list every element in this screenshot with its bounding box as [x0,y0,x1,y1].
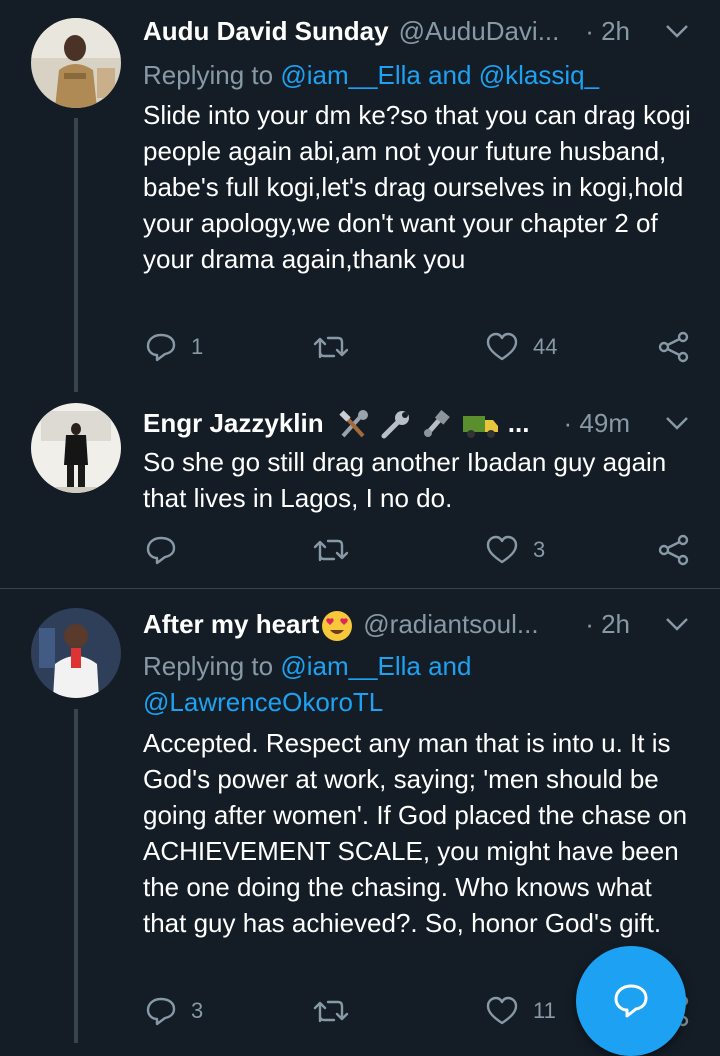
hammer-wrench-emoji-icon [339,410,368,438]
like-button[interactable]: 11 [485,995,556,1027]
tweet-header: After my heart @radiantsoul... · 2h [143,609,690,645]
like-icon [486,996,518,1025]
like-count: 44 [533,334,558,359]
replying-links[interactable]: @iam__Ella and [280,651,471,681]
tweet-text: Slide into your dm ke?so that you can dr… [143,100,691,274]
tweet-text: Accepted. Respect any man that is into u… [143,728,688,938]
reply-icon [146,536,176,565]
replying-to: Replying to @iam__Ella and @klassiq_ [143,57,690,93]
wrench-emoji-icon [381,411,410,439]
tweet-time: · 2h [585,609,630,639]
truck-emoji-icon [462,416,498,439]
author-name[interactable]: After my heart [143,609,319,639]
chevron-down-icon[interactable] [664,611,690,637]
reply-icon [146,997,176,1026]
compose-button[interactable] [576,946,686,1056]
retweet-icon [313,1000,349,1023]
tweet-actions: 3 [143,534,690,570]
like-count: 11 [533,998,556,1023]
like-icon [486,535,518,564]
reply-button[interactable]: 1 [145,331,203,363]
avatar[interactable] [31,403,121,493]
share-button[interactable] [657,331,691,363]
compose-icon [614,984,648,1018]
thread-line [74,118,78,392]
nut-bolt-emoji-icon [424,410,451,438]
replying-links[interactable]: @iam__Ella and @klassiq_ [280,60,599,90]
like-button[interactable]: 3 [485,534,545,566]
chevron-down-icon[interactable] [664,410,690,436]
tweet[interactable]: Engr Jazzyklin ... · 49m So she go still… [0,392,720,587]
retweet-button[interactable] [313,534,363,566]
replying-label: Replying to [143,651,281,681]
tweet[interactable]: Audu David Sunday @AuduDavi... · 2h Reply… [0,0,720,392]
replying-to: Replying to @iam__Ella and @LawrenceOkor… [143,648,690,720]
author-name[interactable]: Engr Jazzyklin [143,408,324,438]
like-count: 3 [533,537,546,562]
retweet-icon [313,336,349,359]
author-handle[interactable]: @radiantsoul... [363,609,538,639]
tweet-time: · 49m [563,408,630,438]
tweet-time: · 2h [585,16,630,46]
like-icon [486,332,518,361]
reply-button[interactable] [145,534,191,566]
tweet-header: Audu David Sunday @AuduDavi... · 2h [143,16,690,52]
avatar[interactable] [31,18,121,108]
reply-count: 3 [191,998,204,1023]
retweet-button[interactable] [313,331,363,363]
avatar[interactable] [31,608,121,698]
author-handle[interactable]: @AuduDavi... [399,16,560,46]
share-icon [658,331,689,363]
tweet-actions: 1 44 [143,331,690,367]
handle-truncated: ... [507,408,530,438]
author-name[interactable]: Audu David Sunday [143,16,389,46]
share-button[interactable] [657,534,691,566]
thread-line [74,709,78,1043]
tweet-header: Engr Jazzyklin ... · 49m [143,408,690,444]
retweet-button[interactable] [313,995,363,1027]
chevron-down-icon[interactable] [664,18,690,44]
replying-link-2[interactable]: @LawrenceOkoroTL [143,687,383,717]
tweet-text: So she go still drag another Ibadan guy … [143,447,667,513]
reply-icon [146,333,176,362]
share-icon [658,534,689,566]
name-emojis: ... [337,408,530,439]
heart-eyes-emoji-icon [322,611,353,642]
reply-button[interactable]: 3 [145,995,203,1027]
retweet-icon [313,539,349,562]
like-button[interactable]: 44 [485,331,557,363]
reply-count: 1 [191,334,204,359]
replying-label: Replying to [143,60,281,90]
